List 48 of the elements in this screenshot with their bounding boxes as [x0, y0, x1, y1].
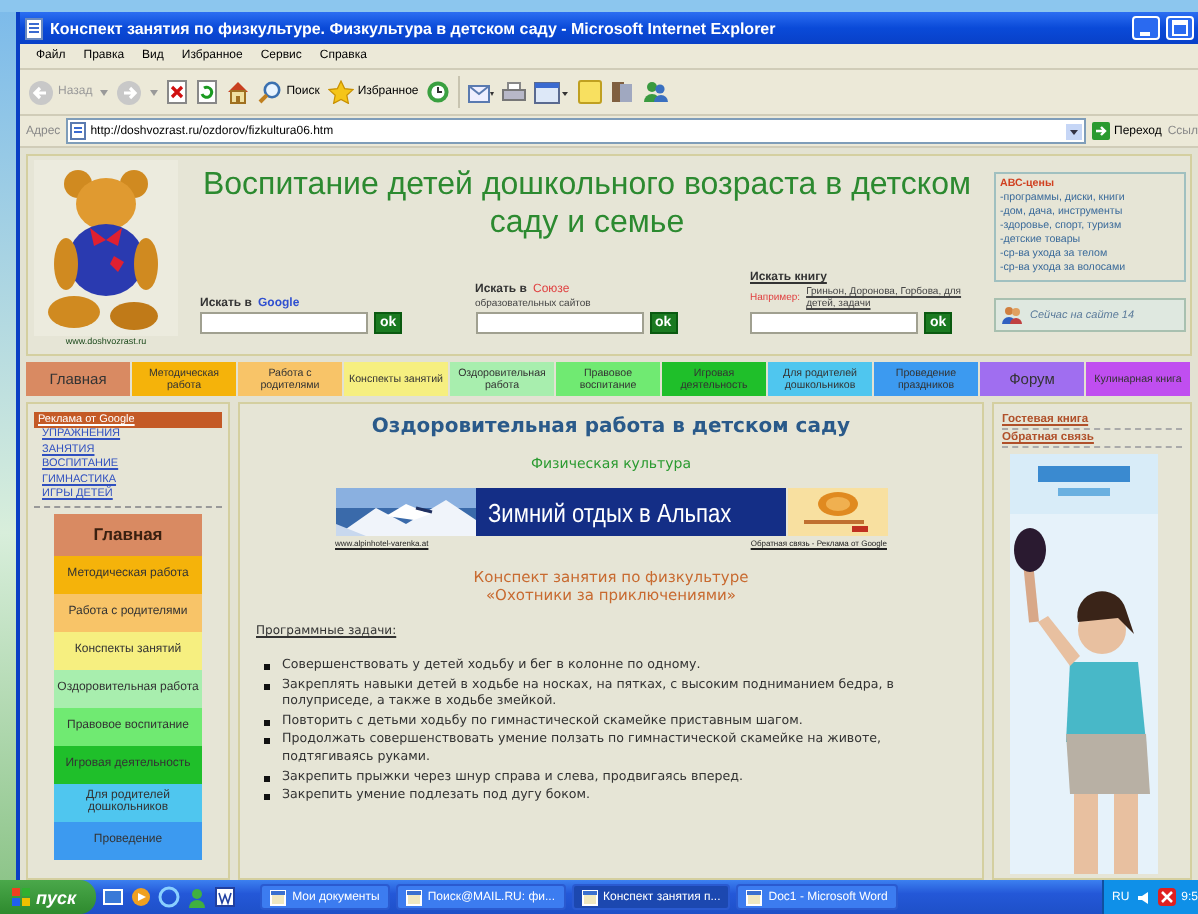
media-player-icon[interactable] — [130, 886, 153, 908]
speaker-icon[interactable] — [1135, 889, 1152, 905]
start-button[interactable]: пуск — [0, 880, 97, 914]
menu-link[interactable]: Главная — [54, 513, 202, 556]
page-icon — [24, 17, 44, 39]
research-book-icon[interactable] — [610, 80, 635, 104]
maximize-button[interactable] — [1166, 16, 1194, 40]
forward-arrow-icon — [116, 79, 143, 105]
bullet-icon — [264, 664, 270, 670]
home-icon[interactable] — [226, 80, 251, 104]
browser-icon[interactable] — [158, 886, 181, 908]
star-icon — [327, 80, 354, 104]
bullet-icon — [264, 794, 270, 801]
refresh-icon[interactable] — [196, 80, 219, 104]
search-field[interactable] — [475, 312, 643, 334]
mail-icon[interactable] — [468, 81, 495, 103]
dropdown-caret-icon[interactable] — [1066, 123, 1082, 139]
window-icon — [270, 889, 287, 905]
bullet-icon — [264, 738, 270, 745]
page-icon — [70, 122, 87, 140]
history-icon[interactable] — [426, 80, 451, 104]
bullet-icon — [264, 775, 270, 782]
edit-window-icon[interactable] — [534, 81, 571, 103]
bullet-icon — [264, 683, 270, 690]
stop-icon[interactable] — [166, 80, 189, 104]
windows-logo-icon — [12, 888, 30, 906]
search-icon — [258, 80, 283, 104]
site-title: Воспитание детей дошкольного возраста в детском саду и семье — [200, 166, 974, 242]
word-icon[interactable] — [214, 886, 237, 908]
maximize-icon — [1172, 20, 1188, 36]
minimize-button[interactable] — [1132, 16, 1160, 40]
banner-text: Зимний отдых в Альпах — [487, 497, 731, 527]
desktop-icon[interactable] — [102, 886, 125, 908]
printer-icon[interactable] — [502, 81, 527, 103]
messenger-icon[interactable] — [642, 80, 669, 104]
back-arrow-icon — [28, 79, 54, 105]
window-icon — [746, 889, 763, 905]
antivirus-icon[interactable] — [1157, 888, 1176, 906]
window-title: Конспект занятия по физкультуре. Физкультура в детском саду - Microsoft Internet Explorer — [50, 19, 778, 37]
window-icon — [405, 889, 422, 905]
users-icon — [1002, 306, 1022, 324]
bullet-icon — [264, 719, 270, 726]
window-icon — [581, 889, 597, 905]
page-heading: Оздоровительная работа в детском саду — [371, 416, 851, 438]
search-field[interactable] — [750, 312, 918, 334]
search-field[interactable] — [200, 312, 368, 334]
go-arrow-icon — [1092, 122, 1110, 140]
ad-banner[interactable]: Зимний отдых в Альпах — [335, 488, 785, 536]
